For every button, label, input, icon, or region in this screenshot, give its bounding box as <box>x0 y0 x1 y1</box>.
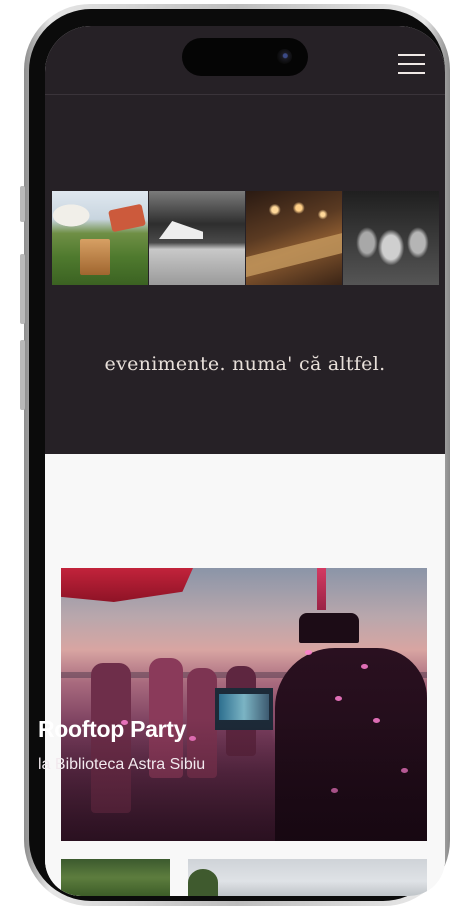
light-dot <box>361 664 368 669</box>
forest-tent-photo <box>149 191 245 285</box>
header-divider <box>45 94 445 95</box>
garden-event-photo <box>52 191 148 285</box>
light-dot <box>335 696 342 701</box>
dinner-table-photo <box>246 191 342 285</box>
pole-shape <box>317 568 326 610</box>
event-subtitle: la Biblioteca Astra Sibiu <box>38 756 206 773</box>
event-title: Rooftop Party <box>38 716 187 742</box>
event-card-rooftop-party[interactable] <box>61 568 427 841</box>
phone-volume-up-button <box>20 254 25 324</box>
phone-action-button <box>20 186 25 222</box>
menu-line <box>398 54 425 56</box>
dj-cap <box>299 613 359 643</box>
umbrella-shape <box>61 568 193 602</box>
party-crowd-photo <box>343 191 439 285</box>
dynamic-island <box>182 38 308 76</box>
camera-icon <box>277 49 292 64</box>
hamburger-menu-icon[interactable] <box>395 51 429 77</box>
light-dot <box>305 650 312 655</box>
tagline: evenimente. numa' că altfel. <box>104 353 386 375</box>
phone-volume-down-button <box>20 340 25 410</box>
menu-line <box>398 72 425 74</box>
photo-strip <box>52 191 439 285</box>
event-card-thumbnail[interactable] <box>188 859 427 896</box>
event-card-thumbnail[interactable] <box>61 859 170 896</box>
menu-line <box>398 63 425 65</box>
hero-section: evenimente. numa' că altfel. <box>45 26 445 454</box>
